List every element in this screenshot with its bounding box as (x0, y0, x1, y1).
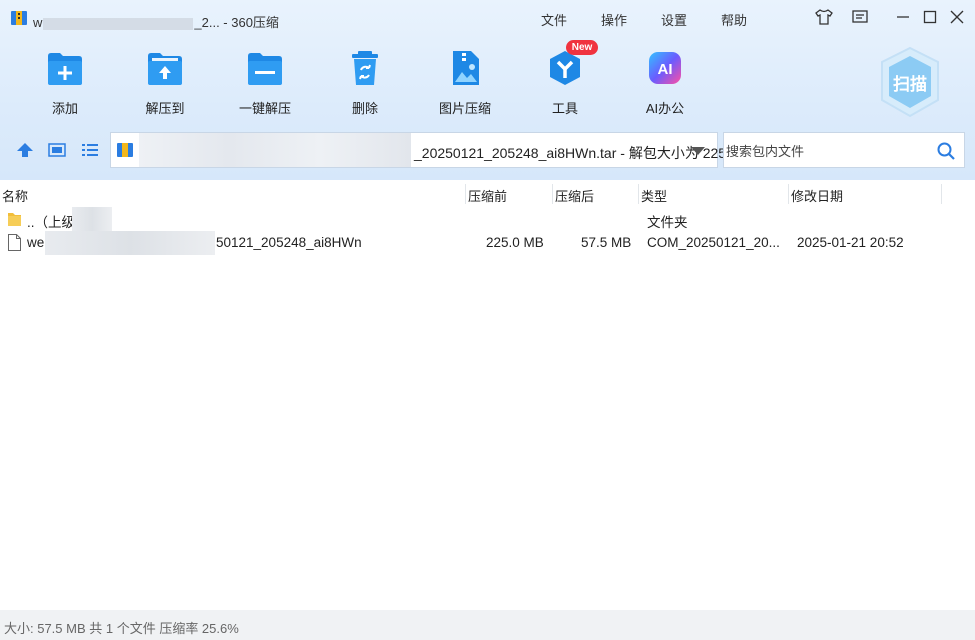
extract-folder-icon (148, 53, 182, 85)
column-packed-after[interactable]: 压缩后 (555, 186, 594, 205)
archive-file-icon (117, 143, 133, 157)
address-dropdown-icon[interactable] (691, 147, 705, 155)
row-name: ..（上级 (27, 215, 76, 230)
column-packed-before[interactable]: 压缩前 (468, 186, 507, 205)
delete-label: 删除 (351, 101, 378, 116)
one-click-extract-icon (248, 53, 282, 85)
status-text: 大小: 57.5 MB 共 1 个文件 压缩率 25.6% (4, 621, 239, 636)
window-title-suffix: _2... - 360压缩 (194, 15, 279, 30)
top-panel: w _2... - 360压缩 文件 操作 设置 帮助 添加 解压到 一键解压 … (0, 0, 975, 180)
row-type: COM_20250121_20... (647, 235, 780, 250)
column-name[interactable]: 名称 (2, 186, 28, 205)
menu-file[interactable]: 文件 (541, 10, 567, 29)
menu-operate[interactable]: 操作 (601, 10, 627, 29)
menu-settings[interactable]: 设置 (661, 10, 687, 29)
maximize-button[interactable] (921, 8, 939, 26)
row-packed-before: 225.0 MB (486, 235, 544, 250)
search-icon[interactable] (936, 141, 956, 161)
redacted-text (72, 207, 112, 231)
tools-label: 工具 (551, 101, 578, 116)
column-modified[interactable]: 修改日期 (791, 186, 843, 205)
extract-to-button[interactable]: 解压到 (125, 44, 205, 120)
redacted-path (139, 133, 411, 167)
file-list-header: 名称 压缩前 压缩后 类型 修改日期 (0, 182, 975, 206)
delete-button[interactable]: 删除 (325, 44, 405, 120)
svg-text:AI: AI (658, 61, 673, 78)
row-type: 文件夹 (647, 215, 688, 230)
up-level-icon[interactable] (16, 142, 34, 158)
add-folder-icon (48, 53, 82, 85)
menu-help[interactable]: 帮助 (721, 10, 747, 29)
search-box[interactable] (723, 132, 965, 168)
row-name-prefix: we (27, 235, 45, 250)
scan-button[interactable]: 扫描 (878, 46, 942, 118)
folder-icon (8, 213, 21, 226)
one-click-extract-button[interactable]: 一键解压 (225, 44, 305, 120)
column-divider[interactable] (941, 184, 942, 204)
window-title: w _2... - 360压缩 (33, 12, 279, 31)
row-packed-after: 57.5 MB (581, 235, 632, 250)
row-name: 50121_205248_ai8HWn (216, 235, 362, 250)
window-title-prefix: w (33, 15, 43, 30)
new-badge: New (566, 40, 598, 55)
add-button[interactable]: 添加 (25, 44, 105, 120)
column-divider[interactable] (552, 184, 553, 204)
address-bar[interactable]: _20250121_205248_ai8HWn.tar - 解包大小为 225.… (110, 132, 763, 168)
row-modified: 2025-01-21 20:52 (797, 235, 904, 250)
column-divider[interactable] (788, 184, 789, 204)
table-row[interactable]: we 50121_205248_ai8HWn 225.0 MB 57.5 MB … (0, 231, 975, 255)
ai-office-icon: AI (649, 52, 681, 84)
search-input[interactable] (726, 141, 926, 161)
recycle-bin-icon (352, 51, 378, 85)
file-icon (8, 234, 21, 251)
skin-icon[interactable] (815, 8, 833, 26)
ai-office-label: AI办公 (645, 101, 685, 116)
image-compress-label: 图片压缩 (438, 101, 491, 116)
close-button[interactable] (948, 8, 966, 26)
one-click-extract-label: 一键解压 (238, 101, 291, 116)
redacted-title (43, 17, 194, 30)
minimize-button[interactable] (894, 8, 912, 26)
extract-to-label: 解压到 (145, 101, 185, 116)
list-view-icon[interactable] (81, 142, 99, 158)
address-path-text: _20250121_205248_ai8HWn.tar - 解包大小为 225.… (414, 145, 763, 161)
column-divider[interactable] (638, 184, 639, 204)
image-compress-icon (453, 51, 479, 85)
status-bar: 大小: 57.5 MB 共 1 个文件 压缩率 25.6% (0, 610, 975, 640)
redacted-text (45, 231, 215, 255)
column-divider[interactable] (465, 184, 466, 204)
scan-label: 扫描 (893, 75, 927, 94)
archive-app-icon (11, 11, 27, 25)
column-type[interactable]: 类型 (641, 186, 667, 205)
add-label: 添加 (51, 101, 78, 116)
thumbnail-view-icon[interactable] (48, 142, 66, 158)
table-row[interactable]: ..（上级 文件夹 (0, 207, 975, 231)
image-compress-button[interactable]: 图片压缩 (425, 44, 505, 120)
tools-button[interactable]: 工具 (525, 44, 605, 120)
ai-office-button[interactable]: AI AI办公 (625, 44, 705, 120)
feedback-icon[interactable] (851, 8, 869, 26)
title-bar: w _2... - 360压缩 文件 操作 设置 帮助 (0, 0, 975, 34)
